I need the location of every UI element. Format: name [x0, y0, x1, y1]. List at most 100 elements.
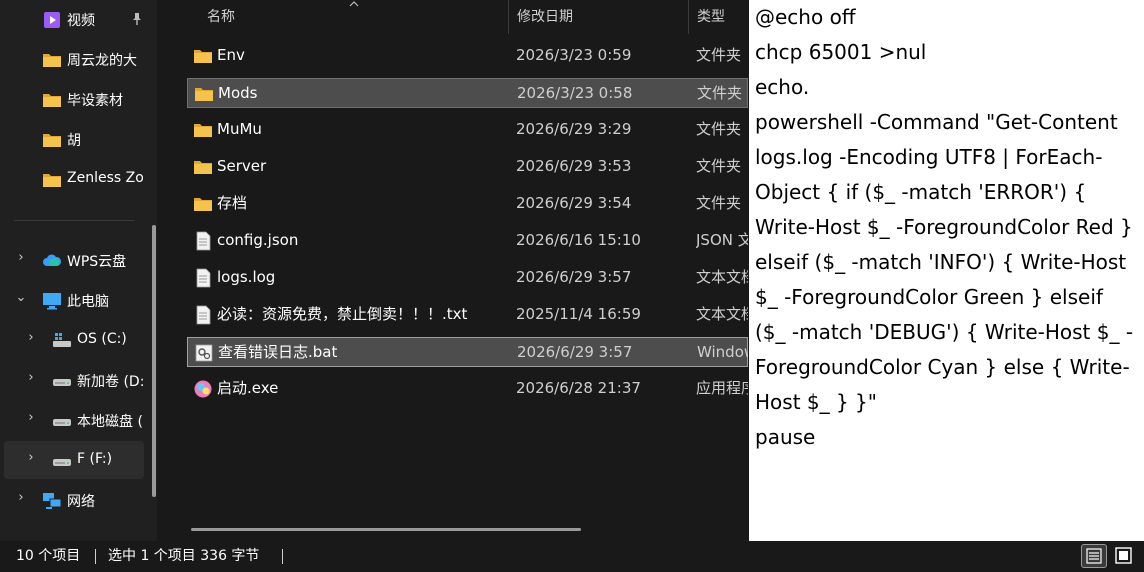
file-date: 2025/11/4 16:59 — [516, 305, 641, 323]
file-type: 文件夹 — [696, 157, 742, 175]
chevron-right-icon[interactable]: › — [14, 250, 28, 265]
column-header-name[interactable]: 名称 — [207, 0, 235, 34]
file-name: logs.log — [217, 268, 276, 286]
preview-pane: @echo off chcp 65001 >nul echo. powershe… — [749, 0, 1144, 541]
file-row-icon — [193, 231, 213, 251]
folder-icon — [43, 94, 61, 107]
file-type: 应用程序 — [696, 379, 748, 397]
quick-access-item[interactable]: 毕设素材 — [4, 80, 144, 118]
file-type: 文件夹 — [696, 120, 742, 138]
preview-text: @echo off chcp 65001 >nul echo. powershe… — [755, 5, 1134, 449]
column-separator[interactable] — [688, 0, 689, 34]
file-row-icon — [193, 379, 213, 399]
pin-icon[interactable] — [130, 12, 144, 26]
nav-item-label: 胡 — [67, 133, 81, 149]
file-row[interactable]: Mods 2026/3/23 0:58 文件夹 — [187, 78, 748, 108]
file-row[interactable]: logs.log 2026/6/29 3:57 文本文档 — [187, 263, 748, 293]
file-row[interactable]: 存档 2026/6/29 3:54 文件夹 — [187, 189, 748, 219]
preview-view-icon — [1115, 547, 1132, 564]
status-divider — [95, 549, 96, 564]
cloud-icon — [43, 254, 62, 266]
document-icon — [196, 268, 211, 288]
nav-item-icon — [42, 130, 62, 148]
nav-item-label: 网络 — [67, 494, 95, 510]
folder-icon — [43, 54, 61, 67]
nav-tree-item[interactable]: › F (F:) — [4, 441, 144, 479]
nav-item-label: F (F:) — [77, 451, 113, 467]
file-date: 2026/3/23 0:59 — [516, 46, 632, 64]
folder-icon — [43, 174, 61, 187]
file-name: 启动.exe — [217, 379, 279, 397]
folder-icon — [194, 50, 212, 63]
quick-access-item[interactable]: 视频 — [4, 0, 144, 38]
file-row-icon — [193, 194, 213, 214]
folder-icon — [43, 134, 61, 147]
chevron-right-icon[interactable]: › — [24, 370, 38, 385]
chevron-right-icon[interactable]: › — [24, 450, 38, 465]
file-type: 文本文档 — [696, 305, 748, 323]
file-name: 存档 — [217, 194, 248, 212]
chevron-right-icon[interactable]: › — [14, 490, 28, 505]
folder-icon — [195, 88, 213, 101]
navigation-pane: 视频周云龙的大毕设素材胡 Zenless Zo › WPS云盘 ⌄ 此电脑 › OS (C:… — [0, 0, 157, 541]
file-type: 文件夹 — [696, 194, 742, 212]
nav-item-label: OS (C:) — [77, 331, 127, 347]
file-name: Server — [217, 157, 267, 175]
file-type: 文本文档 — [696, 268, 748, 286]
nav-scrollbar[interactable] — [152, 225, 156, 497]
nav-item-label: WPS云盘 — [67, 254, 127, 270]
file-row[interactable]: 启动.exe 2026/6/28 21:37 应用程序 — [187, 374, 748, 404]
file-row-icon — [193, 305, 213, 325]
file-row-icon — [194, 343, 214, 363]
nav-tree-item[interactable]: › 新加卷 (D: — [4, 361, 144, 399]
nav-item-label: 新加卷 (D: — [77, 374, 144, 390]
large-icons-view-button[interactable] — [1111, 544, 1137, 568]
chevron-right-icon[interactable]: › — [24, 410, 38, 425]
file-row[interactable]: 查看错误日志.bat 2026/6/29 3:57 Windows 批处理文件 — [187, 337, 748, 367]
column-header-date[interactable]: 修改日期 — [517, 0, 573, 34]
nav-item-label: Zenless Zo — [67, 170, 144, 186]
file-row[interactable]: config.json 2026/6/16 15:10 JSON 文件 — [187, 226, 748, 256]
file-name: config.json — [217, 231, 299, 249]
file-row[interactable]: Env 2026/3/23 0:59 文件夹 — [187, 41, 748, 71]
chevron-down-icon[interactable]: ⌄ — [14, 290, 28, 305]
nav-tree-item[interactable]: › WPS云盘 — [4, 241, 144, 279]
file-date: 2026/3/23 0:58 — [517, 84, 633, 102]
nav-item-icon — [52, 331, 72, 349]
sort-ascending-icon — [349, 1, 359, 7]
folder-icon — [194, 198, 212, 211]
file-row[interactable]: Server 2026/6/29 3:53 文件夹 — [187, 152, 748, 182]
details-view-button[interactable] — [1081, 544, 1107, 568]
app-icon — [194, 380, 212, 398]
file-date: 2026/6/29 3:29 — [516, 120, 632, 138]
details-view-icon — [1086, 548, 1102, 564]
file-row-icon — [194, 84, 214, 104]
file-type: 文件夹 — [697, 84, 743, 102]
nav-item-icon — [42, 170, 62, 188]
nav-tree-item[interactable]: › OS (C:) — [4, 321, 144, 359]
file-row[interactable]: MuMu 2026/6/29 3:29 文件夹 — [187, 115, 748, 145]
status-bar: 10 个项目 选中 1 个项目 336 字节 — [0, 541, 1144, 571]
drive-icon — [53, 459, 71, 466]
file-name: Mods — [218, 84, 258, 102]
file-row-icon — [193, 46, 213, 66]
column-header-type[interactable]: 类型 — [697, 0, 725, 34]
nav-item-icon — [52, 371, 72, 389]
nav-tree-item[interactable]: ⌄ 此电脑 — [4, 281, 144, 319]
chevron-right-icon[interactable]: › — [24, 330, 38, 345]
quick-access-item[interactable]: 周云龙的大 — [4, 40, 144, 78]
nav-tree-item[interactable]: › 网络 — [4, 481, 144, 519]
quick-access-item[interactable]: 胡 — [4, 120, 144, 158]
horizontal-scrollbar[interactable] — [191, 528, 581, 531]
file-row[interactable]: 必读：资源免费，禁止倒卖！！！.txt 2025/11/4 16:59 文本文档 — [187, 300, 748, 330]
file-name: Env — [217, 46, 245, 64]
nav-item-label: 周云龙的大 — [67, 53, 137, 69]
column-separator[interactable] — [508, 0, 509, 34]
nav-divider — [14, 220, 134, 221]
file-date: 2026/6/29 3:57 — [517, 343, 633, 361]
selection-info: 选中 1 个项目 336 字节 — [108, 548, 260, 564]
nav-tree-item[interactable]: › 本地磁盘 ( — [4, 401, 144, 439]
quick-access-item[interactable]: Zenless Zo — [4, 160, 144, 198]
status-divider — [282, 549, 283, 564]
batch-file-icon — [195, 344, 213, 362]
